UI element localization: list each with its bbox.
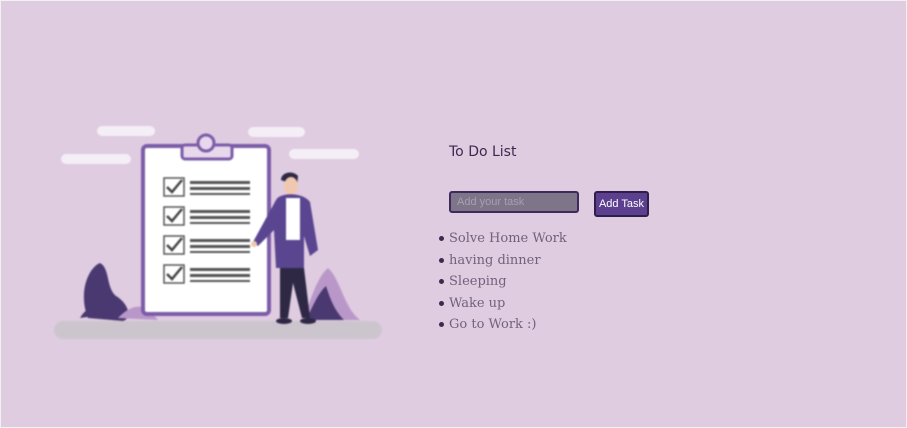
add-task-button[interactable]: Add Task (594, 191, 649, 217)
cloud-shape (61, 154, 131, 164)
bullet-icon (439, 257, 444, 263)
bullet-icon (439, 236, 444, 241)
cloud-shape (289, 149, 359, 159)
task-item[interactable]: Solve Home Work (439, 228, 567, 250)
task-item[interactable]: having dinner (439, 250, 567, 272)
clipboard-shape (141, 144, 271, 316)
task-item[interactable]: Wake up (439, 293, 567, 315)
bullet-icon (439, 300, 444, 306)
cloud-shape (97, 126, 155, 136)
page-title: To Do List (449, 144, 517, 160)
task-item[interactable]: Go to Work :) (439, 314, 567, 336)
task-label: Sleeping (449, 274, 507, 289)
task-label: Wake up (449, 295, 506, 311)
todo-illustration (48, 118, 388, 346)
bullet-icon (439, 322, 444, 327)
task-label: Solve Home Work (449, 231, 567, 246)
task-label: having dinner (449, 252, 541, 268)
ground-shape (54, 321, 382, 339)
task-input[interactable] (449, 191, 579, 213)
task-item[interactable]: Sleeping (439, 271, 567, 293)
task-list: Solve Home Work having dinner Sleeping W… (436, 228, 567, 336)
task-label: Go to Work :) (449, 317, 537, 332)
bullet-icon (439, 279, 444, 284)
clipboard-illustration-icon (54, 126, 382, 339)
cloud-shape (248, 127, 305, 137)
